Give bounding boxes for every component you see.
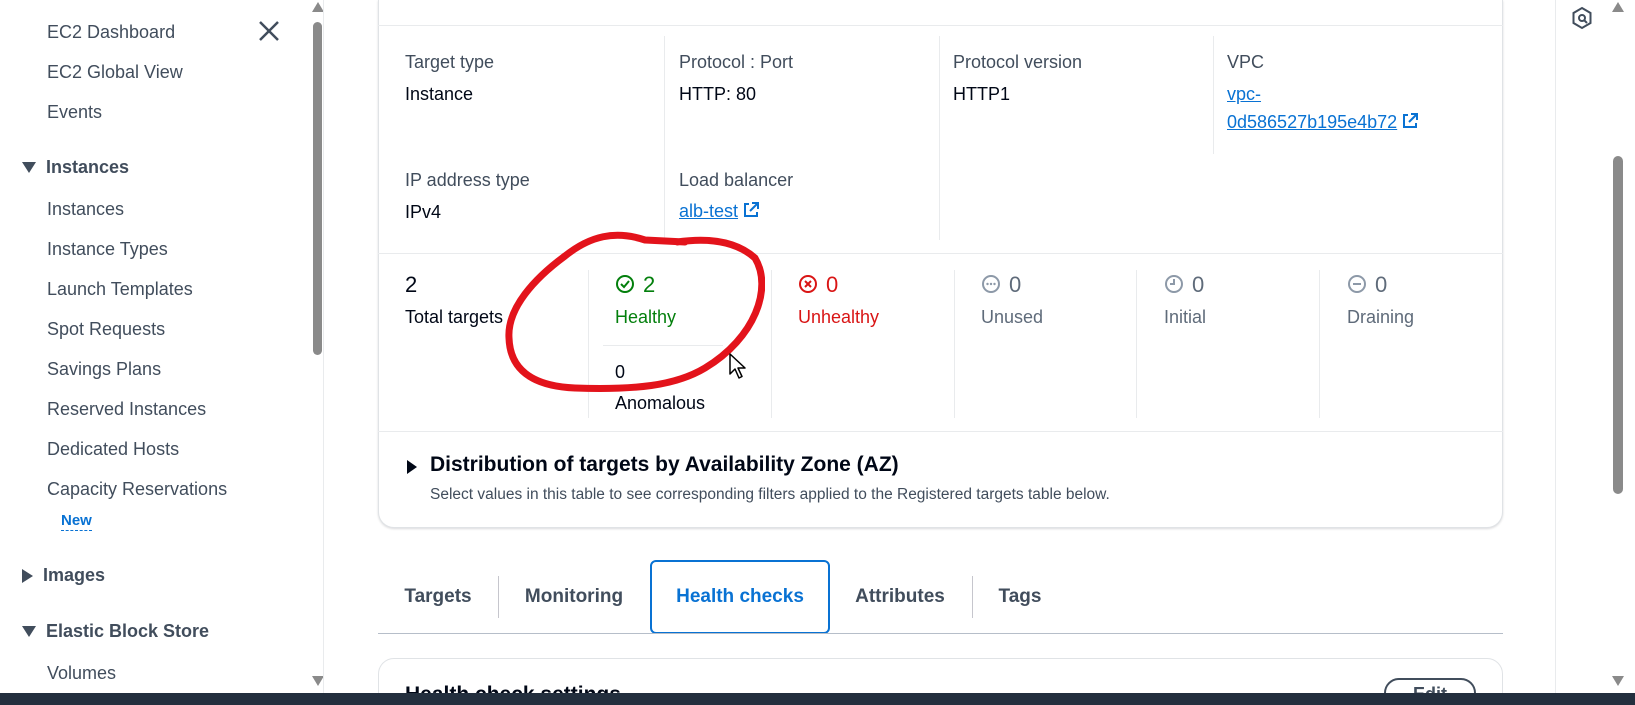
unhealthy-count[interactable]: 0 [798,272,838,298]
divider [664,36,665,240]
sidebar-nav: EC2 Dashboard EC2 Global View Events Ins… [4,0,324,693]
sidebar-item-reserved-instances[interactable]: Reserved Instances [47,399,206,420]
divider [1136,270,1137,418]
clock-icon [1165,275,1183,293]
external-link-icon [1403,113,1419,128]
load-balancer-link-text: alb-test [679,201,739,221]
external-link-icon [744,202,760,217]
protocol-port-label: Protocol : Port [679,52,794,72]
tabs-underline [378,633,1503,634]
total-targets-count: 2 [405,272,418,297]
unhealthy-label: Unhealthy [798,307,880,327]
distribution-section-header[interactable]: Distribution of targets by Availability … [430,453,899,477]
caret-down-icon [22,162,36,173]
sidebar-item-ec2-dashboard[interactable]: EC2 Dashboard [47,22,175,43]
sidebar-item-ec2-global-view[interactable]: EC2 Global View [47,62,183,83]
scroll-up-arrow[interactable] [1612,2,1624,12]
protocol-version-value: HTTP1 [953,84,1011,104]
draining-count[interactable]: 0 [1347,272,1387,298]
vpc-link-line2: 0d586527b195e4b72 [1227,112,1398,132]
mouse-cursor-icon [729,353,746,379]
tab-health-checks[interactable]: Health checks [650,560,830,634]
distribution-description: Select values in this table to see corre… [430,486,1110,503]
sidebar-item-launch-templates[interactable]: Launch Templates [47,279,193,300]
x-circle-icon [799,275,817,293]
divider [378,25,1503,26]
sidebar-section-instances[interactable]: Instances [22,157,129,178]
anomalous-count[interactable]: 0 [615,362,625,383]
tab-divider [498,576,499,618]
anomalous-label: Anomalous [615,393,706,413]
initial-count-value: 0 [1192,272,1205,297]
new-badge: New [61,512,92,531]
close-icon[interactable] [256,18,282,44]
unused-count-value: 0 [1009,272,1022,297]
sidebar-item-instances[interactable]: Instances [47,199,124,220]
tab-targets[interactable]: Targets [390,560,486,634]
main-scrollbar-thumb[interactable] [1613,156,1623,494]
target-type-value: Instance [405,84,474,104]
load-balancer-label: Load balancer [679,170,794,190]
sidebar-item-volumes[interactable]: Volumes [47,663,116,684]
scroll-down-arrow[interactable] [1612,676,1624,686]
sidebar-section-label: Elastic Block Store [46,621,210,641]
divider [1319,270,1320,418]
healthy-count-value: 2 [643,272,656,297]
unhealthy-count-value: 0 [826,272,839,297]
right-rail-divider [1555,0,1556,693]
total-targets-label: Total targets [405,307,504,327]
help-panel-icon[interactable] [1570,6,1594,30]
caret-right-icon[interactable] [407,460,417,474]
sidebar-item-capacity-reservations[interactable]: Capacity Reservations [47,479,227,500]
sidebar-section-elastic-block-store[interactable]: Elastic Block Store [22,621,209,642]
vpc-link-line1: vpc- [1227,84,1262,104]
divider [939,36,940,240]
target-type-label: Target type [405,52,495,72]
minus-circle-icon [1348,275,1366,293]
protocol-version-label: Protocol version [953,52,1083,72]
scroll-down-arrow[interactable] [312,676,323,686]
load-balancer-link[interactable]: alb-test [679,197,760,225]
sidebar-section-images[interactable]: Images [22,565,105,586]
tab-tags[interactable]: Tags [986,560,1054,634]
divider [954,270,955,418]
draining-label: Draining [1347,307,1415,327]
sidebar-item-events[interactable]: Events [47,102,102,123]
ip-address-type-label: IP address type [405,170,530,190]
tab-monitoring[interactable]: Monitoring [512,560,636,634]
tab-attributes[interactable]: Attributes [844,560,956,634]
ip-address-type-value: IPv4 [405,202,442,222]
healthy-label: Healthy [615,307,677,327]
tab-divider [972,576,973,618]
divider [588,270,589,418]
divider [771,270,772,418]
sidebar-section-label: Images [43,565,106,585]
vpc-link[interactable]: vpc- 0d586527b195e4b72 [1227,80,1419,136]
caret-down-icon [22,626,36,637]
divider [603,345,723,346]
sidebar-section-label: Instances [46,157,130,177]
divider [378,253,1503,254]
sidebar-item-instance-types[interactable]: Instance Types [47,239,168,260]
healthy-count[interactable]: 2 [615,272,655,298]
ellipsis-circle-icon [982,275,1000,293]
unused-label: Unused [981,307,1044,327]
initial-label: Initial [1164,307,1207,327]
initial-count[interactable]: 0 [1164,272,1204,298]
vpc-label: VPC [1227,52,1265,72]
draining-count-value: 0 [1375,272,1388,297]
sidebar-item-spot-requests[interactable]: Spot Requests [47,319,165,340]
divider [378,431,1503,432]
unused-count[interactable]: 0 [981,272,1021,298]
protocol-port-value: HTTP: 80 [679,84,757,104]
check-circle-icon [616,275,634,293]
scroll-up-arrow[interactable] [312,2,323,12]
sidebar-scrollbar-thumb[interactable] [313,22,322,355]
divider [1213,36,1214,154]
sidebar-item-dedicated-hosts[interactable]: Dedicated Hosts [47,439,179,460]
bottom-bar [0,693,1635,705]
caret-right-icon [22,568,33,583]
sidebar-item-savings-plans[interactable]: Savings Plans [47,359,161,380]
